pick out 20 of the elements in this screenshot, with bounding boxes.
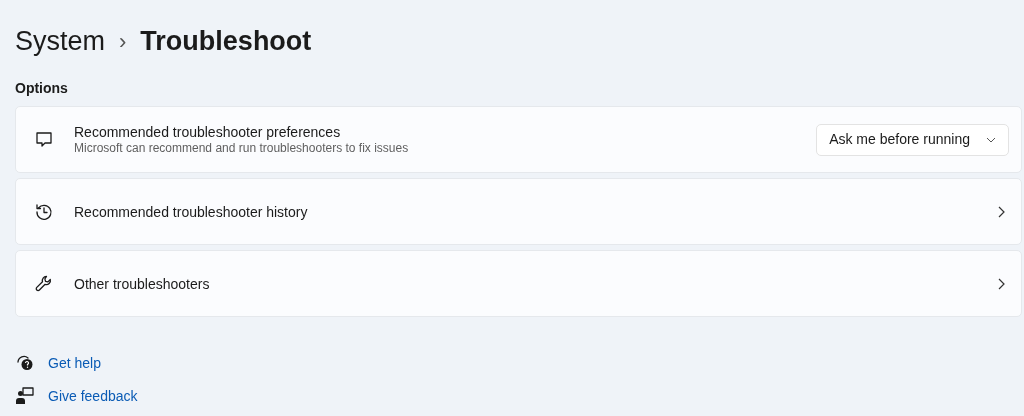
footer-link[interactable]: Get help bbox=[48, 352, 101, 374]
setting-description: Microsoft can recommend and run troubleshooters to fix issues bbox=[74, 141, 410, 156]
help-icon bbox=[15, 353, 35, 373]
chevron-right-icon bbox=[998, 205, 1005, 218]
section-title: Options bbox=[15, 79, 69, 96]
settings-card[interactable]: Recommended troubleshooter preferences Microsoft can recommend and run troubleshooters to fix issues Ask me before running bbox=[15, 106, 1022, 173]
chevron-down-icon bbox=[986, 136, 996, 143]
chevron-right-icon bbox=[998, 277, 1005, 290]
page-title: Troubleshoot bbox=[140, 24, 312, 58]
breadcrumb-parent[interactable]: System bbox=[15, 20, 106, 62]
setting-title: Recommended troubleshooter preferences bbox=[74, 123, 342, 141]
settings-card[interactable]: Other troubleshooters bbox=[15, 250, 1022, 317]
footer-link[interactable]: Give feedback bbox=[48, 385, 138, 407]
setting-title: Other troubleshooters bbox=[74, 274, 211, 293]
settings-card[interactable]: Recommended troubleshooter history bbox=[15, 178, 1022, 245]
setting-title: Recommended troubleshooter history bbox=[74, 202, 309, 221]
wrench-icon bbox=[34, 273, 54, 294]
feedback-person-icon bbox=[15, 386, 35, 406]
preference-dropdown[interactable]: Ask me before running bbox=[816, 123, 1009, 156]
breadcrumb-separator: › bbox=[119, 27, 127, 56]
